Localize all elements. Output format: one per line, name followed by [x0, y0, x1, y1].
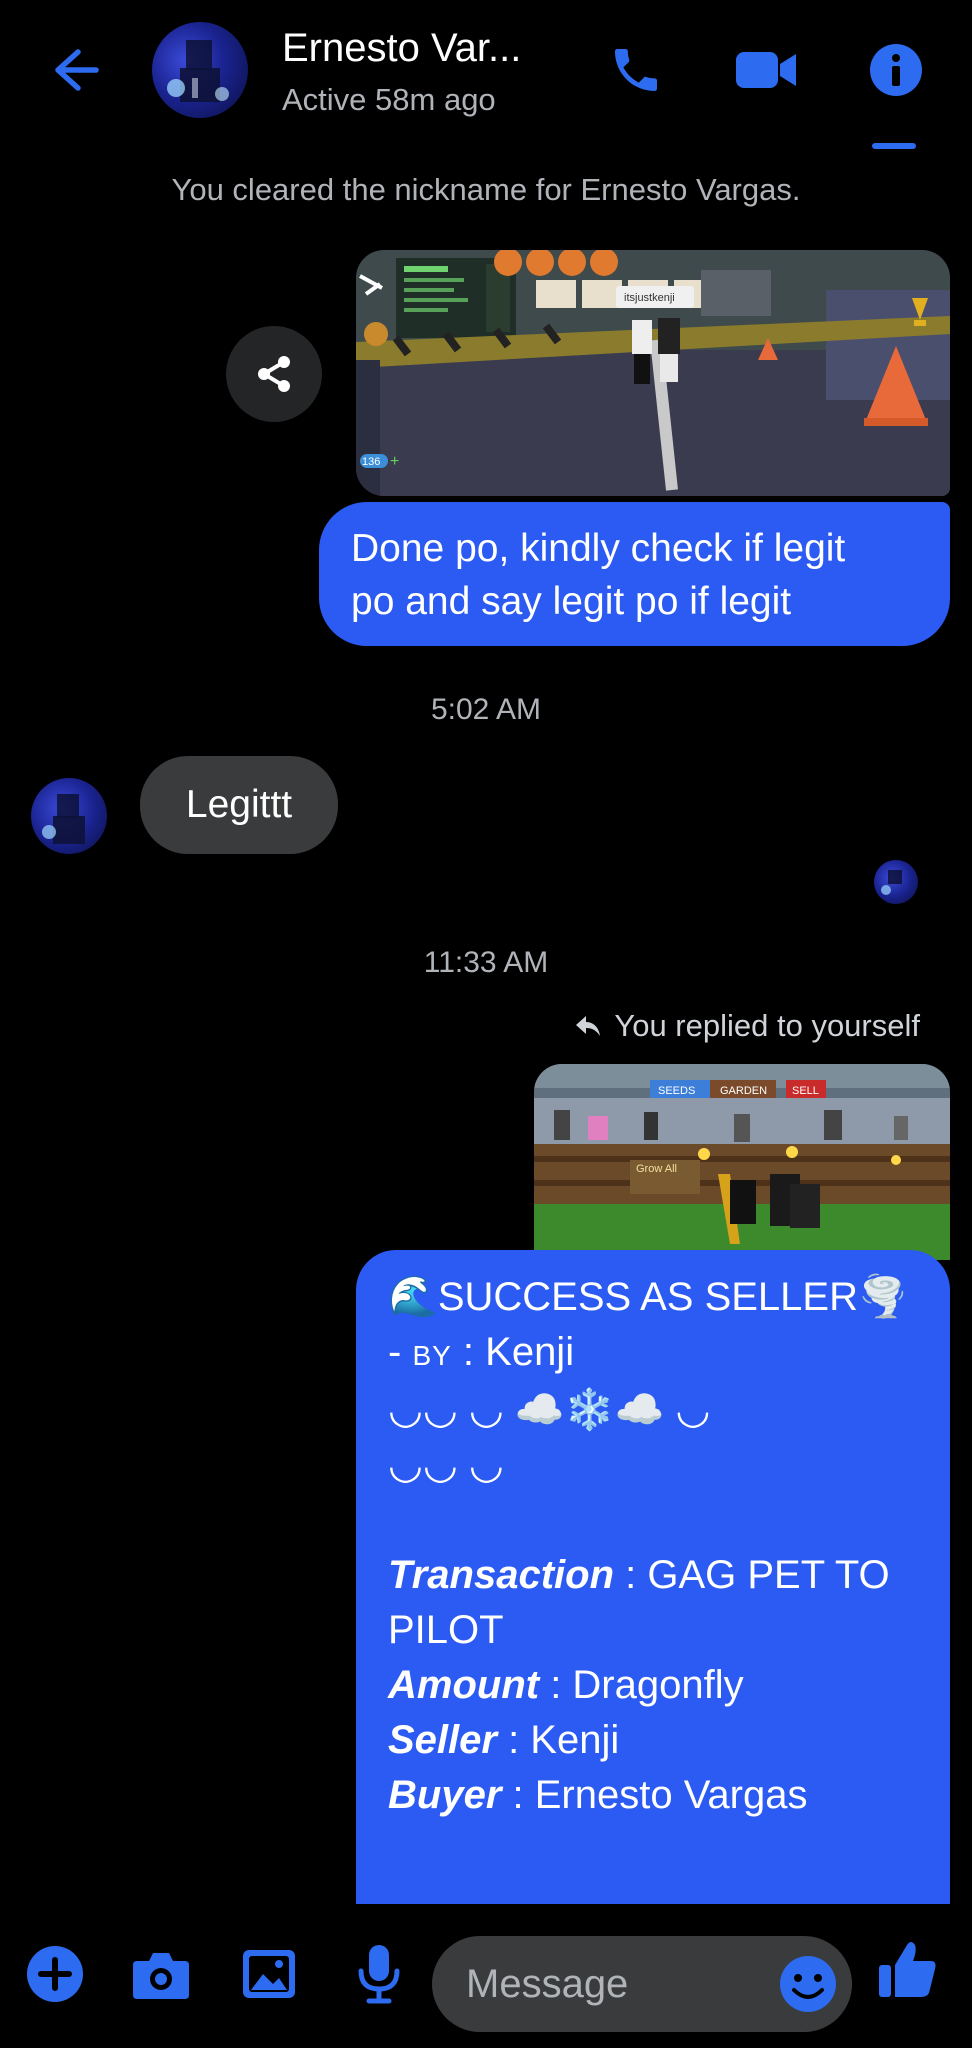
quoted-image[interactable]: SEEDS GARDEN SELL Grow All — [534, 1064, 950, 1260]
gallery-icon — [243, 1950, 295, 1998]
contact-name[interactable]: Ernesto Var... — [282, 26, 521, 71]
seller-value: : Kenji — [496, 1718, 620, 1762]
decorative-line-2: ◡◡ ◡ — [388, 1443, 504, 1487]
tornado-emoji: 🌪️ — [858, 1275, 908, 1319]
more-actions-button[interactable] — [20, 1939, 90, 2009]
transaction-line: Transaction : GAG PET TO — [388, 1548, 920, 1603]
reply-note-text: You replied to yourself — [614, 1008, 920, 1043]
microphone-icon — [358, 1945, 400, 2004]
back-button[interactable] — [44, 40, 104, 100]
success-title: SUCCESS AS SELLER — [437, 1275, 858, 1319]
buyer-label: Buyer — [388, 1773, 502, 1817]
reply-note: You replied to yourself — [574, 1008, 920, 1044]
video-call-button[interactable] — [734, 38, 798, 102]
reply-arrow-icon — [576, 1016, 601, 1036]
player-tag: itsjustkenji — [624, 292, 675, 304]
voice-clip-button[interactable] — [344, 1939, 414, 2009]
plus-icon — [27, 1946, 83, 2002]
scroll-indicator — [872, 143, 916, 149]
sender-avatar[interactable] — [31, 778, 107, 854]
contact-avatar[interactable] — [152, 22, 248, 118]
transaction-value-cont: PILOT — [388, 1608, 504, 1652]
share-button[interactable] — [226, 326, 322, 422]
video-camera-icon — [736, 52, 796, 88]
by-line: - BY : Kenji — [388, 1330, 575, 1374]
message-text-line-1: Done po, kindly check if legit — [351, 527, 846, 570]
outgoing-message-1[interactable]: Done po, kindly check if legit po and sa… — [319, 502, 950, 646]
timestamp-2: 11:33 AM — [423, 946, 549, 979]
seller-line: Seller : Kenji — [388, 1713, 920, 1768]
message-text-line-2: po and say legit po if legit — [351, 580, 792, 623]
emoji-icon[interactable] — [778, 1954, 838, 2014]
buyer-value: : Ernesto Vargas — [501, 1773, 808, 1817]
incoming-message-1[interactable]: Legittt — [140, 756, 338, 854]
decorative-line-1: ◡◡ ◡ ☁️❄️☁️ ◡ — [388, 1388, 711, 1432]
phone-icon — [615, 49, 657, 91]
info-icon — [870, 44, 922, 96]
amount-value: : Dragonfly — [539, 1663, 744, 1707]
camera-icon — [133, 1953, 189, 1999]
conversation-info-button[interactable] — [864, 38, 928, 102]
active-status: Active 58m ago — [282, 82, 496, 117]
message-input-container[interactable] — [432, 1936, 852, 2032]
seller-label: Seller — [388, 1718, 497, 1762]
amount-label: Amount — [388, 1663, 540, 1707]
gallery-button[interactable] — [234, 1939, 304, 2009]
amount-line: Amount : Dragonfly — [388, 1658, 920, 1713]
tab-sell-label: SELL — [792, 1085, 819, 1097]
by-value: : Kenji — [451, 1330, 575, 1374]
system-note: You cleared the nickname for Ernesto Var… — [171, 172, 801, 207]
gems-count: 136 — [362, 456, 380, 468]
message-composer — [0, 1904, 972, 2048]
message-input[interactable] — [466, 1936, 766, 2032]
by-label: BY — [412, 1340, 452, 1371]
success-title-line: 🌊SUCCESS AS SELLER🌪️ — [388, 1270, 920, 1325]
share-icon — [258, 356, 290, 392]
read-receipt-avatar — [874, 860, 918, 904]
transaction-label: Transaction — [388, 1553, 614, 1597]
tab-garden-label: GARDEN — [720, 1085, 767, 1097]
audio-call-button[interactable] — [604, 38, 668, 102]
camera-button[interactable] — [126, 1939, 196, 2009]
thumbs-up-icon — [879, 1942, 936, 1997]
back-arrow-icon — [55, 49, 99, 91]
tab-seeds-label: SEEDS — [658, 1085, 695, 1097]
outgoing-message-2[interactable]: 🌊SUCCESS AS SELLER🌪️ - BY : Kenji ◡◡ ◡ ☁… — [356, 1250, 950, 1904]
like-button[interactable] — [872, 1934, 942, 2004]
transaction-value: : GAG PET TO — [614, 1553, 890, 1597]
grow-all-sign: Grow All — [636, 1163, 677, 1175]
buyer-line: Buyer : Ernesto Vargas — [388, 1768, 920, 1823]
svg-text:+: + — [390, 453, 399, 470]
chat-header: Ernesto Var... Active 58m ago — [0, 0, 972, 140]
wave-emoji: 🌊 — [388, 1275, 438, 1319]
shared-image-1[interactable]: itsjustkenji 136 + — [356, 250, 950, 496]
timestamp-1: 5:02 AM — [430, 693, 542, 726]
